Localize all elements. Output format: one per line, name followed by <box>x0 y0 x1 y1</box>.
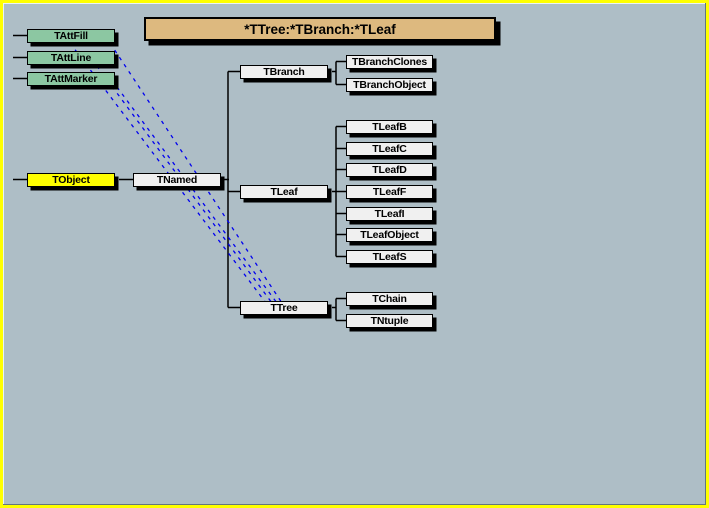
class-box-tobject[interactable]: TObject <box>27 173 115 187</box>
class-box-tbranchobject[interactable]: TBranchObject <box>346 78 433 92</box>
class-box-ttree[interactable]: TTree <box>240 301 328 315</box>
class-box-tnamed[interactable]: TNamed <box>133 173 221 187</box>
bracket-tbranch-children <box>332 62 346 85</box>
class-box-tleafd[interactable]: TLeafD <box>346 163 433 177</box>
class-box-tleafb[interactable]: TLeafB <box>346 120 433 134</box>
class-box-tbranch[interactable]: TBranch <box>240 65 328 79</box>
class-box-tleafc[interactable]: TLeafC <box>346 142 433 156</box>
root-canvas: *TTree:*TBranch:*TLeaf TAttFill TAttLine… <box>0 0 709 508</box>
class-box-tleafobject[interactable]: TLeafObject <box>346 228 433 242</box>
bracket-tleaf-children <box>332 127 346 257</box>
class-box-tleafi[interactable]: TLeafI <box>346 207 433 221</box>
class-box-tattline[interactable]: TAttLine <box>27 51 115 65</box>
diagram-title: *TTree:*TBranch:*TLeaf <box>144 17 496 41</box>
class-box-tntuple[interactable]: TNtuple <box>346 314 433 328</box>
class-box-tattmarker[interactable]: TAttMarker <box>27 72 115 86</box>
class-box-tleafs[interactable]: TLeafS <box>346 250 433 264</box>
class-box-tchain[interactable]: TChain <box>346 292 433 306</box>
bracket-ttree-children <box>332 299 346 321</box>
class-box-tleaff[interactable]: TLeafF <box>346 185 433 199</box>
class-box-tbranchclones[interactable]: TBranchClones <box>346 55 433 69</box>
class-box-tattfill[interactable]: TAttFill <box>27 29 115 43</box>
class-box-tleaf[interactable]: TLeaf <box>240 185 328 199</box>
